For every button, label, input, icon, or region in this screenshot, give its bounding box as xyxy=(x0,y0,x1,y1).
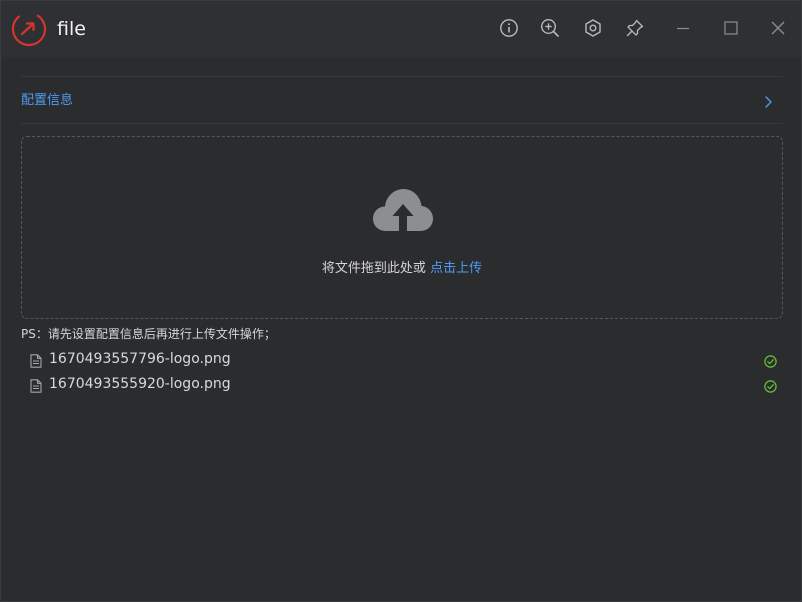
title-bar[interactable]: file xyxy=(1,1,801,57)
divider xyxy=(21,123,783,124)
settings-icon[interactable] xyxy=(582,17,604,39)
upload-tip: PS：请先设置配置信息后再进行上传文件操作； xyxy=(21,327,276,341)
minimize-icon[interactable] xyxy=(672,17,694,39)
document-icon xyxy=(30,378,42,393)
maximize-icon[interactable] xyxy=(720,17,742,39)
close-icon[interactable] xyxy=(767,17,789,39)
file-name: 1670493555920-logo.png xyxy=(49,376,231,392)
file-list-item[interactable]: 1670493557796-logo.png xyxy=(21,347,783,372)
cloud-upload-icon xyxy=(373,187,433,235)
file-list: 1670493557796-logo.png 1670493555920-log… xyxy=(21,347,783,397)
app-window: file 配置信息 将文件拖到此处或 点击上传 PS：请先设置配置信息后再进行上… xyxy=(0,0,802,602)
file-list-item[interactable]: 1670493555920-logo.png xyxy=(21,372,783,397)
app-logo-icon xyxy=(11,11,47,47)
document-icon xyxy=(30,353,42,368)
app-title: file xyxy=(57,18,86,40)
upload-dropzone[interactable]: 将文件拖到此处或 点击上传 xyxy=(21,136,783,319)
info-icon[interactable] xyxy=(498,17,520,39)
file-name: 1670493557796-logo.png xyxy=(49,351,231,367)
success-check-icon xyxy=(764,378,777,393)
click-upload-link[interactable]: 点击上传 xyxy=(430,261,482,276)
chevron-right-icon xyxy=(763,94,773,108)
zoom-in-icon[interactable] xyxy=(539,17,561,39)
upload-prompt: 将文件拖到此处或 点击上传 xyxy=(22,260,782,278)
upload-prompt-text: 将文件拖到此处或 xyxy=(321,261,431,276)
pin-icon[interactable] xyxy=(624,17,646,39)
config-info-label: 配置信息 xyxy=(21,93,74,108)
config-info-row[interactable]: 配置信息 xyxy=(21,77,783,123)
success-check-icon xyxy=(764,353,777,368)
